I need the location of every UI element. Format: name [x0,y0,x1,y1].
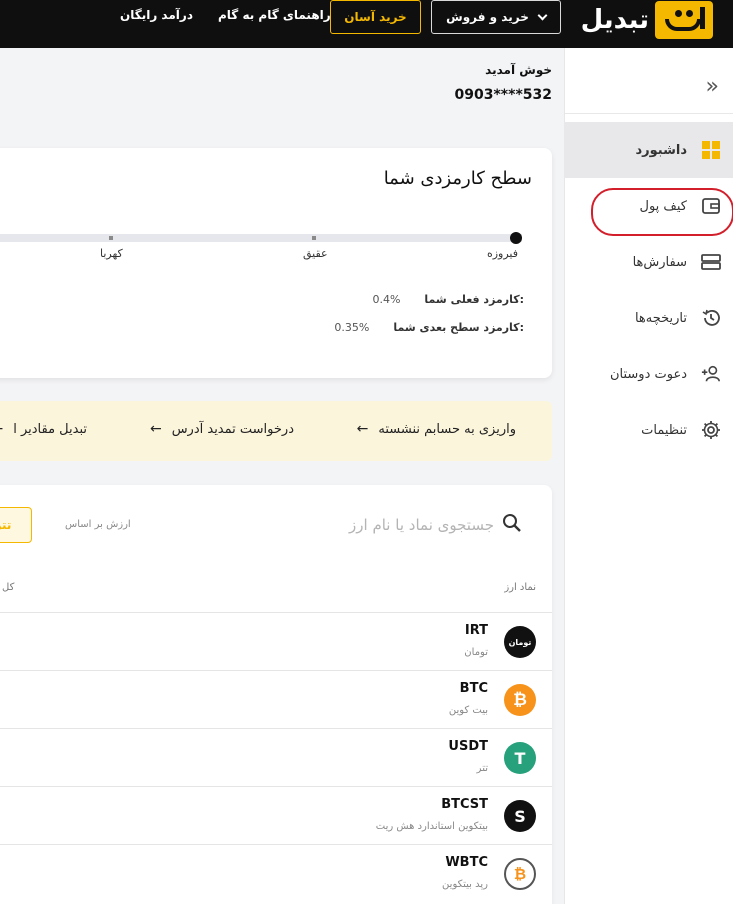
asset-symbol: USDT [448,739,488,754]
user-phone: 0903****532 [454,87,552,103]
annotation-circle [591,188,733,236]
orders-icon [701,252,721,272]
fee-card-title: سطح کارمزدی شما [383,168,532,189]
sidebar: » داشبورد کیف پول سفارش‌ها تاریخچه‌ها دع… [564,48,733,904]
level-label: عقیق [303,247,328,260]
level-label: فیروزه [486,247,518,260]
level-label: کهربا [100,247,123,260]
logo[interactable]: تبدیل [581,0,713,40]
wrapped-bitcoin-icon: ₿ [504,858,536,890]
arrow-left-icon: ← [356,421,369,437]
level-tick [312,236,316,240]
sidebar-item-invite-friends[interactable]: دعوت دوستان [564,346,733,402]
guide-link[interactable]: راهنمای گام به گام [218,8,331,22]
asset-search[interactable]: جستجوی نماد یا نام ارز [349,513,522,537]
quick-links-bar: ← واریزی به حسابم ننشسته ← درخواست تمدید… [0,401,552,461]
currency-toggle[interactable]: تتر [0,507,32,543]
collapse-sidebar-icon[interactable]: » [706,74,719,99]
current-level-marker [510,232,522,244]
search-input[interactable]: جستجوی نماد یا نام ارز [349,516,494,534]
sidebar-item-label: دعوت دوستان [609,366,687,382]
asset-name: بیتکوین استاندارد هش ریت [375,821,488,832]
asset-symbol: IRT [464,623,488,638]
fee-level-card: سطح کارمزدی شما فیروزه عقیق کهربا 0.4% ک… [0,148,552,378]
col-header-total: کل [2,582,15,593]
bitcoin-icon: ₿ [504,684,536,716]
next-fee-value: 0.35% [334,321,370,334]
easy-buy-button[interactable]: خرید آسان [330,0,421,34]
sidebar-item-label: سفارش‌ها [632,254,687,270]
buy-sell-dropdown[interactable]: خرید و فروش [431,0,561,34]
asset-name: بیت کوین [448,705,488,716]
table-row[interactable]: ₿ BTC بیت کوین [0,670,552,728]
sidebar-item-history[interactable]: تاریخچه‌ها [564,290,733,346]
quick-link-label: درخواست تمدید آدرس [171,421,294,437]
asset-symbol: BTC [459,681,488,696]
quick-link-address-renewal[interactable]: ← درخواست تمدید آدرس [150,421,294,437]
quick-link-label: تبدیل مقادیر ا [13,421,87,437]
sidebar-item-dashboard[interactable]: داشبورد [564,122,733,178]
sidebar-item-settings[interactable]: تنظیمات [564,402,733,458]
search-icon [502,513,522,537]
arrow-left-icon: ← [149,421,162,437]
sidebar-item-label: داشبورد [635,142,687,158]
buy-sell-label: خرید و فروش [446,10,529,24]
easy-buy-label: خرید آسان [344,10,407,24]
top-navbar: تبدیل خرید و فروش خرید آسان راهنمای گام … [0,0,733,48]
level-tick [109,236,113,240]
welcome-block: خوش آمدید 0903****532 [455,63,552,103]
logo-text: تبدیل [580,5,649,35]
logo-mark-icon [655,1,713,39]
sidebar-item-label: تنظیمات [641,422,687,438]
chevron-down-icon [537,10,548,20]
asset-name: تومان [464,647,488,658]
current-fee-label: کارمزد فعلی شما: [424,293,524,306]
free-income-link[interactable]: درآمد رایگان [120,8,193,22]
next-fee-row: 0.35% کارمزد سطح بعدی شما: [334,321,524,334]
current-fee-row: 0.4% کارمزد فعلی شما: [372,293,524,306]
arrow-left-icon: ← [0,421,3,437]
tether-icon: T [504,742,536,774]
table-row[interactable]: S BTCST بیتکوین استاندارد هش ریت [0,786,552,844]
next-fee-label: کارمزد سطح بعدی شما: [393,321,524,334]
asset-name: رپد بیتکوین [442,879,488,890]
asset-symbol: WBTC [445,855,488,870]
dashboard-grid-icon [701,140,721,160]
sidebar-item-orders[interactable]: سفارش‌ها [564,234,733,290]
asset-symbol: BTCST [441,797,488,812]
welcome-title: خوش آمدید [485,63,552,77]
table-row[interactable]: ₿ WBTC رپد بیتکوین [0,844,552,902]
btcst-icon: S [504,800,536,832]
gear-icon [701,420,721,440]
table-row[interactable]: T USDT تتر [0,728,552,786]
current-fee-value: 0.4% [372,293,401,306]
asset-list-card: جستجوی نماد یا نام ارز ارزش بر اساس تتر … [0,485,552,904]
level-progress-track [0,234,522,242]
sidebar-divider [565,113,733,114]
history-icon [701,308,721,328]
quick-link-convert-amounts[interactable]: ← تبدیل مقادیر ا [0,421,87,437]
sidebar-item-label: تاریخچه‌ها [634,310,687,326]
quick-link-label: واریزی به حسابم ننشسته [378,421,516,437]
col-header-symbol: نماد ارز [504,582,536,593]
toman-icon: تومان [504,626,536,658]
value-base-label: ارزش بر اساس [65,519,131,530]
quick-link-deposit-not-received[interactable]: ← واریزی به حسابم ننشسته [357,421,516,437]
asset-name: تتر [476,763,488,774]
table-row[interactable]: تومان IRT تومان [0,612,552,670]
add-user-icon [701,364,721,384]
